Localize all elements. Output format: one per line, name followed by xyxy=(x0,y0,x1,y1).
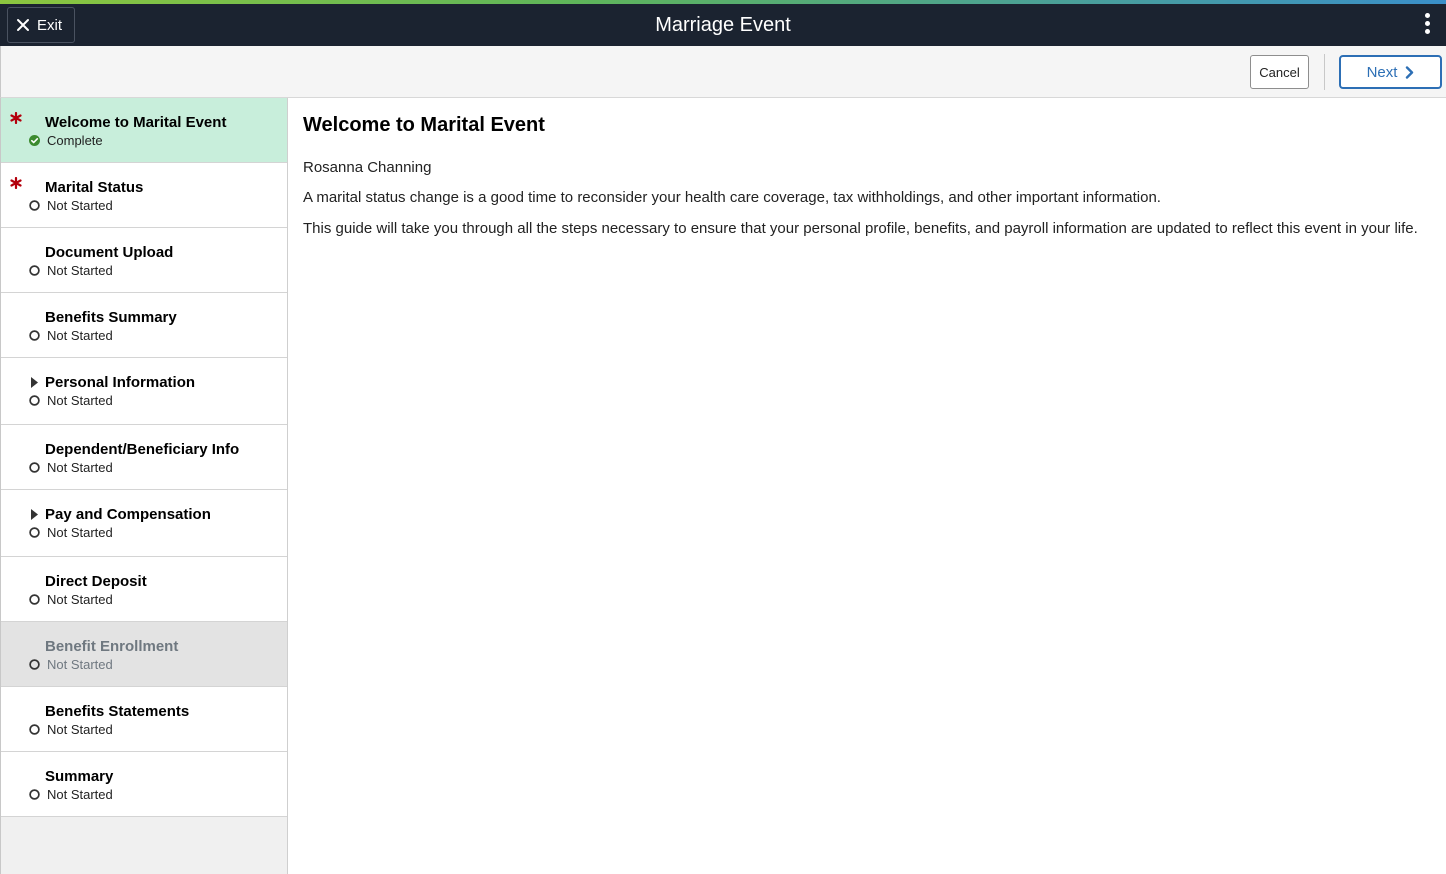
empty-circle-icon xyxy=(29,395,40,406)
step-item[interactable]: Document Upload Not Started xyxy=(1,228,287,293)
next-button[interactable]: Next xyxy=(1339,55,1442,89)
header-banner: Exit Marriage Event xyxy=(0,4,1446,46)
kebab-menu-icon[interactable] xyxy=(1422,13,1432,37)
step-label: Benefits Summary xyxy=(45,309,177,326)
check-circle-icon xyxy=(29,135,40,146)
step-item[interactable]: Benefits Summary Not Started xyxy=(1,293,287,358)
intro-paragraph-1: A marital status change is a good time t… xyxy=(303,189,1161,206)
main-content: Welcome to Marital Event Rosanna Channin… xyxy=(288,98,1446,874)
step-item: Benefit Enrollment Not Started xyxy=(1,622,287,687)
step-label: Dependent/Beneficiary Info xyxy=(45,441,240,458)
step-status: Not Started xyxy=(47,787,113,802)
empty-circle-icon xyxy=(29,594,40,605)
empty-circle-icon xyxy=(29,462,40,473)
step-status: Not Started xyxy=(47,263,113,278)
empty-circle-icon xyxy=(29,527,40,538)
step-label: Pay and Compensation xyxy=(45,506,211,523)
step-item[interactable]: Summary Not Started xyxy=(1,752,287,817)
step-item[interactable]: Personal Information Not Started xyxy=(1,358,287,425)
step-status: Not Started xyxy=(47,328,113,343)
step-item[interactable]: Marital Status Not Started xyxy=(1,163,287,228)
cancel-button[interactable]: Cancel xyxy=(1250,55,1309,89)
intro-paragraph-2: This guide will take you through all the… xyxy=(303,220,1418,237)
step-item[interactable]: Dependent/Beneficiary Info Not Started xyxy=(1,425,287,490)
step-item[interactable]: Pay and Compensation Not Started xyxy=(1,490,287,557)
caret-right-icon[interactable] xyxy=(31,377,38,388)
step-status: Not Started xyxy=(47,393,113,408)
required-asterisk-icon xyxy=(10,177,22,189)
step-item[interactable]: Direct Deposit Not Started xyxy=(1,557,287,622)
step-label: Direct Deposit xyxy=(45,573,147,590)
step-status: Not Started xyxy=(47,525,113,540)
empty-circle-icon xyxy=(29,330,40,341)
step-navigation: Welcome to Marital Event Complete Marital … xyxy=(0,98,288,874)
step-label: Personal Information xyxy=(45,374,196,391)
chevron-right-icon xyxy=(1406,65,1414,79)
step-item[interactable]: Benefits Statements Not Started xyxy=(1,687,287,752)
step-status: Not Started xyxy=(47,592,113,607)
required-asterisk-icon xyxy=(10,112,22,124)
empty-circle-icon xyxy=(29,659,40,670)
step-status: Not Started xyxy=(47,460,113,475)
empty-circle-icon xyxy=(29,724,40,735)
step-label: Benefits Statements xyxy=(45,703,190,720)
content-title: Welcome to Marital Event xyxy=(303,114,545,136)
step-label: Welcome to Marital Event xyxy=(45,114,227,131)
step-status: Not Started xyxy=(47,198,113,213)
empty-circle-icon xyxy=(29,789,40,800)
action-toolbar: Cancel Next xyxy=(0,46,1446,98)
step-status: Complete xyxy=(47,133,103,148)
employee-name: Rosanna Channing xyxy=(303,159,432,176)
step-label: Marital Status xyxy=(45,179,144,196)
toolbar-divider xyxy=(1324,54,1325,90)
step-label: Benefit Enrollment xyxy=(45,638,179,655)
step-status: Not Started xyxy=(47,657,113,672)
page-title: Marriage Event xyxy=(655,14,791,36)
step-status: Not Started xyxy=(47,722,113,737)
caret-right-icon[interactable] xyxy=(31,509,38,520)
step-item[interactable]: Welcome to Marital Event Complete xyxy=(1,98,287,163)
empty-circle-icon xyxy=(29,200,40,211)
empty-circle-icon xyxy=(29,265,40,276)
step-label: Document Upload xyxy=(45,244,174,261)
next-label: Next xyxy=(1366,63,1398,81)
step-label: Summary xyxy=(45,768,114,785)
